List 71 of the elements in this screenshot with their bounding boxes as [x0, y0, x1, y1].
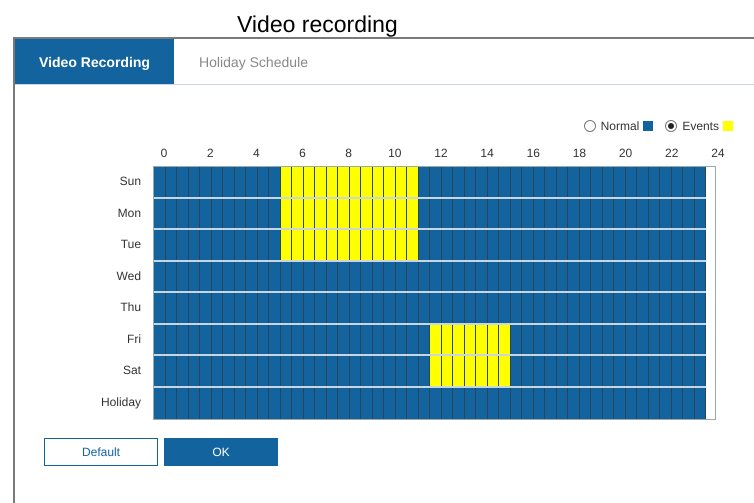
time-slot[interactable] — [338, 167, 350, 196]
page-title: Video recording — [236, 10, 399, 37]
default-button[interactable]: Default — [44, 438, 158, 466]
time-slot[interactable] — [442, 356, 453, 386]
time-slot[interactable] — [407, 167, 418, 196]
time-slot[interactable] — [315, 167, 326, 196]
time-slot[interactable] — [430, 324, 442, 354]
time-slot[interactable] — [407, 230, 418, 260]
time-slot[interactable] — [384, 167, 396, 196]
time-slot[interactable] — [292, 230, 304, 260]
time-slot[interactable] — [338, 198, 350, 228]
hour-label: 18 — [572, 146, 588, 162]
time-slot[interactable] — [350, 167, 361, 196]
time-slot[interactable] — [499, 324, 510, 354]
time-slot[interactable] — [453, 356, 464, 386]
day-label: Mon — [116, 204, 142, 222]
time-slot[interactable] — [430, 356, 442, 386]
hour-label: 20 — [618, 146, 634, 162]
time-slot[interactable] — [372, 167, 384, 196]
hour-label: 4 — [252, 146, 261, 162]
hour-label: 10 — [387, 146, 402, 162]
time-slot[interactable] — [499, 356, 510, 386]
time-slot[interactable] — [384, 198, 396, 228]
time-slot[interactable] — [326, 167, 338, 196]
hour-label: 8 — [344, 146, 353, 162]
time-slot[interactable] — [304, 230, 315, 260]
mode-label: Normal — [600, 119, 640, 133]
hour-label: 16 — [526, 146, 541, 162]
time-slot[interactable] — [350, 230, 361, 260]
day-label: Sun — [118, 173, 142, 190]
hour-label: 6 — [298, 146, 307, 162]
time-slot[interactable] — [292, 167, 304, 196]
hour-label: 14 — [479, 146, 495, 162]
time-slot[interactable] — [396, 167, 407, 196]
time-slot[interactable] — [384, 230, 396, 260]
hour-label: 12 — [433, 146, 449, 162]
time-slot[interactable] — [476, 356, 488, 386]
time-slot[interactable] — [315, 198, 326, 228]
time-slot[interactable] — [361, 198, 372, 228]
time-slot[interactable] — [292, 198, 304, 228]
day-label: Fri — [126, 330, 142, 348]
time-slot[interactable] — [407, 198, 418, 228]
time-slot[interactable] — [396, 230, 407, 260]
time-slot[interactable] — [280, 167, 292, 196]
time-slot[interactable] — [361, 167, 372, 196]
time-slot[interactable] — [304, 167, 315, 196]
hour-label: 24 — [710, 146, 726, 162]
time-slot[interactable] — [315, 230, 326, 260]
ok-button[interactable]: OK — [164, 438, 278, 466]
time-slot[interactable] — [476, 324, 488, 354]
hour-label: 0 — [160, 146, 168, 162]
time-slot[interactable] — [372, 230, 384, 260]
mode-label: Events — [682, 119, 719, 133]
hour-label: 22 — [664, 146, 680, 162]
radio-button[interactable] — [665, 120, 678, 132]
day-label: Thu — [119, 299, 142, 316]
time-slot[interactable] — [338, 230, 350, 260]
day-label: Tue — [120, 236, 142, 253]
tab[interactable]: Holiday Schedule — [174, 39, 333, 84]
radio-button[interactable] — [584, 120, 596, 132]
time-slot[interactable] — [326, 230, 338, 260]
time-slot[interactable] — [453, 324, 464, 354]
time-slot[interactable] — [488, 356, 499, 386]
day-label: Sat — [122, 362, 142, 379]
time-slot[interactable] — [361, 230, 372, 260]
time-slot[interactable] — [464, 356, 476, 386]
tab[interactable]: Video Recording — [15, 39, 174, 84]
hour-label: 2 — [206, 146, 214, 162]
day-label: Holiday — [100, 394, 142, 410]
day-label: Wed — [116, 268, 142, 284]
time-slot[interactable] — [280, 230, 292, 260]
